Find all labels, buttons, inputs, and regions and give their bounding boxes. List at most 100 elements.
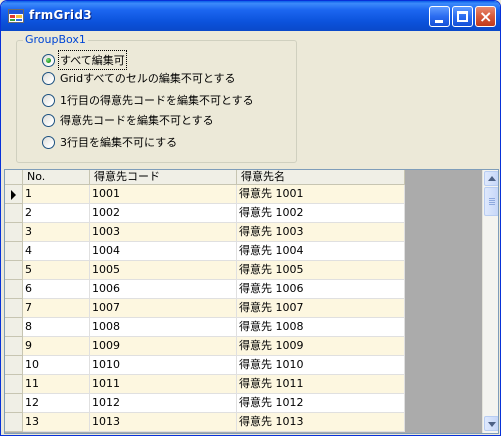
radio-all-editable[interactable]: すべて編集可 (42, 50, 127, 70)
cell-no[interactable]: 10 (23, 356, 90, 375)
cell-customer-name[interactable]: 得意先 1003 (237, 223, 405, 242)
cell-no[interactable]: 5 (23, 261, 90, 280)
cell-no[interactable]: 4 (23, 242, 90, 261)
cell-no[interactable]: 8 (23, 318, 90, 337)
column-header-no[interactable]: No. (23, 170, 90, 185)
scroll-thumb[interactable] (484, 187, 498, 216)
cell-customer-name[interactable]: 得意先 1013 (237, 413, 405, 432)
cell-customer-name[interactable]: 得意先 1001 (237, 185, 405, 204)
cell-customer-code[interactable]: 1013 (90, 413, 237, 432)
table-row[interactable]: 10 1010 得意先 1010 (5, 356, 405, 375)
title-bar[interactable]: frmGrid3 × (1, 1, 500, 31)
cell-customer-code[interactable]: 1006 (90, 280, 237, 299)
grid-header-row: No. 得意先コード 得意先名 (5, 170, 405, 185)
cell-customer-name[interactable]: 得意先 1008 (237, 318, 405, 337)
radio-button[interactable] (42, 93, 55, 107)
cell-customer-code[interactable]: 1008 (90, 318, 237, 337)
scroll-up-arrow-icon (488, 176, 496, 181)
current-row-arrow-icon (11, 190, 16, 200)
cell-customer-name[interactable]: 得意先 1005 (237, 261, 405, 280)
radio-row3-readonly[interactable]: 3行目を編集不可にする (42, 134, 177, 150)
row-header[interactable] (5, 356, 23, 375)
minimize-icon (435, 20, 443, 23)
radio-button[interactable] (42, 71, 55, 85)
cell-no[interactable]: 3 (23, 223, 90, 242)
cell-no[interactable]: 11 (23, 375, 90, 394)
radio-button[interactable] (42, 113, 55, 127)
table-row[interactable]: 1 1001 得意先 1001 (5, 185, 405, 204)
table-row[interactable]: 6 1006 得意先 1006 (5, 280, 405, 299)
groupbox-title: GroupBox1 (23, 33, 88, 46)
minimize-button[interactable] (429, 6, 450, 27)
cell-customer-code[interactable]: 1011 (90, 375, 237, 394)
data-grid[interactable]: No. 得意先コード 得意先名 1 1001 得意先 1001 2 1002 得意先 10… (4, 169, 499, 434)
radio-code-column-readonly[interactable]: 得意先コードを編集不可とする (42, 112, 214, 128)
radio-label: 得意先コードを編集不可とする (60, 114, 214, 127)
grid-corner-header[interactable] (5, 170, 23, 185)
cell-no[interactable]: 6 (23, 280, 90, 299)
table-row[interactable]: 5 1005 得意先 1005 (5, 261, 405, 280)
cell-customer-name[interactable]: 得意先 1010 (237, 356, 405, 375)
app-window-icon[interactable] (8, 9, 24, 23)
cell-no[interactable]: 7 (23, 299, 90, 318)
row-header[interactable] (5, 375, 23, 394)
vertical-scrollbar[interactable] (482, 170, 498, 433)
cell-customer-name[interactable]: 得意先 1012 (237, 394, 405, 413)
cell-customer-code[interactable]: 1012 (90, 394, 237, 413)
row-header[interactable] (5, 261, 23, 280)
row-header[interactable] (5, 185, 23, 204)
cell-customer-code[interactable]: 1001 (90, 185, 237, 204)
table-row[interactable]: 11 1011 得意先 1011 (5, 375, 405, 394)
row-header[interactable] (5, 242, 23, 261)
cell-no[interactable]: 12 (23, 394, 90, 413)
column-header-customer-code[interactable]: 得意先コード (90, 170, 237, 185)
table-row[interactable]: 12 1012 得意先 1012 (5, 394, 405, 413)
cell-no[interactable]: 2 (23, 204, 90, 223)
radio-selected-dot (46, 57, 51, 63)
cell-customer-code[interactable]: 1004 (90, 242, 237, 261)
cell-customer-code[interactable]: 1010 (90, 356, 237, 375)
cell-customer-code[interactable]: 1007 (90, 299, 237, 318)
row-header[interactable] (5, 337, 23, 356)
scroll-up-button[interactable] (484, 171, 498, 186)
radio-grid-all-readonly[interactable]: Gridすべてのセルの編集不可とする (42, 70, 236, 86)
table-row[interactable]: 8 1008 得意先 1008 (5, 318, 405, 337)
radio-button-checked[interactable] (42, 53, 55, 67)
cell-customer-code[interactable]: 1002 (90, 204, 237, 223)
radio-label: 3行目を編集不可にする (60, 136, 178, 149)
table-row[interactable]: 3 1003 得意先 1003 (5, 223, 405, 242)
cell-customer-code[interactable]: 1003 (90, 223, 237, 242)
table-row[interactable]: 2 1002 得意先 1002 (5, 204, 405, 223)
cell-customer-name[interactable]: 得意先 1009 (237, 337, 405, 356)
row-header[interactable] (5, 223, 23, 242)
cell-customer-name[interactable]: 得意先 1007 (237, 299, 405, 318)
table-row[interactable]: 7 1007 得意先 1007 (5, 299, 405, 318)
window-title: frmGrid3 (29, 8, 92, 22)
scroll-down-button[interactable] (484, 416, 498, 431)
cell-customer-code[interactable]: 1005 (90, 261, 237, 280)
table-row[interactable]: 13 1013 得意先 1013 (5, 413, 405, 432)
cell-customer-name[interactable]: 得意先 1002 (237, 204, 405, 223)
maximize-button[interactable] (452, 6, 473, 27)
radio-button[interactable] (42, 135, 55, 149)
row-header[interactable] (5, 204, 23, 223)
row-header[interactable] (5, 394, 23, 413)
close-button[interactable]: × (475, 6, 496, 27)
cell-customer-name[interactable]: 得意先 1004 (237, 242, 405, 261)
row-header[interactable] (5, 280, 23, 299)
row-header[interactable] (5, 299, 23, 318)
row-header[interactable] (5, 318, 23, 337)
radio-label: すべて編集可 (58, 50, 127, 70)
table-row[interactable]: 9 1009 得意先 1009 (5, 337, 405, 356)
cell-customer-name[interactable]: 得意先 1011 (237, 375, 405, 394)
cell-no[interactable]: 9 (23, 337, 90, 356)
cell-no[interactable]: 13 (23, 413, 90, 432)
column-header-customer-name[interactable]: 得意先名 (237, 170, 405, 185)
cell-customer-code[interactable]: 1009 (90, 337, 237, 356)
row-header[interactable] (5, 413, 23, 432)
radio-row1-code-readonly[interactable]: 1行目の得意先コードを編集不可とする (42, 92, 254, 108)
app-window: frmGrid3 × GroupBox1 すべて編集可 Gridすべてのセルの編… (0, 0, 501, 436)
cell-customer-name[interactable]: 得意先 1006 (237, 280, 405, 299)
cell-no[interactable]: 1 (23, 185, 90, 204)
table-row[interactable]: 4 1004 得意先 1004 (5, 242, 405, 261)
